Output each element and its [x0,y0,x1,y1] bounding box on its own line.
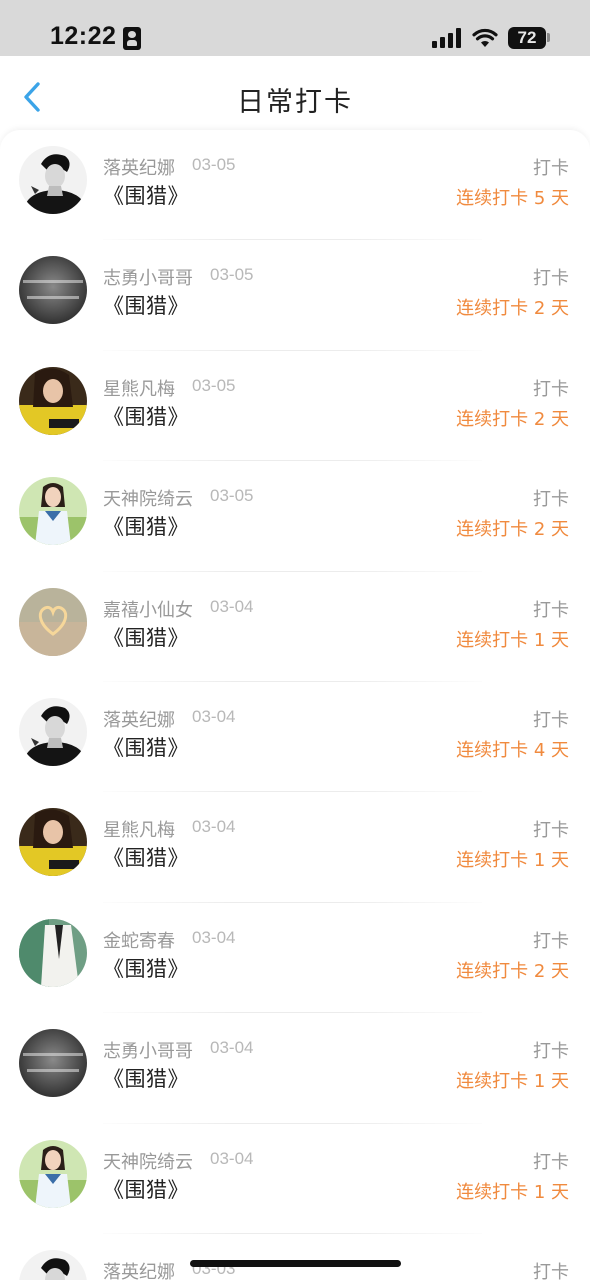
checkin-row[interactable]: 落英纪娜 03-05 《围猎》 打卡连续打卡 5 天 [0,130,590,241]
streak-count: 连续打卡 2 天 [456,960,569,982]
user-avatar[interactable] [19,808,87,877]
user-avatar[interactable] [19,1139,87,1208]
checkin-date: 03-05 [210,265,254,285]
checkin-row[interactable]: 落英纪娜03-03《围猎》打卡 [0,1234,590,1280]
checkin-label: 打卡 [533,158,569,179]
home-indicator[interactable] [190,1260,401,1267]
checkin-date: 03-05 [192,375,236,395]
status-bar: 12:22 72 [0,0,590,56]
streak-count: 连续打卡 1 天 [456,1181,569,1203]
user-name[interactable]: 落英纪娜 [103,1258,175,1280]
user-avatar[interactable] [19,366,87,435]
user-avatar[interactable] [19,1249,87,1280]
user-name[interactable]: 天神院绮云 [103,1148,193,1174]
checkin-label: 打卡 [533,1261,569,1280]
book-title[interactable]: 《围猎》 [103,732,189,762]
checkin-label: 打卡 [533,820,569,842]
book-title[interactable]: 《围猎》 [103,842,189,872]
book-title[interactable]: 《围猎》 [103,1174,189,1204]
contact-card-icon [123,27,141,50]
checkin-date: 03-04 [210,1148,254,1168]
checkin-row[interactable]: 志勇小哥哥 03-05 《围猎》 打卡连续打卡 2 天 [0,240,590,351]
book-title[interactable]: 《围猎》 [103,1063,189,1093]
user-name[interactable]: 星熊凡梅 [103,816,175,842]
book-title[interactable]: 《围猎》 [103,401,189,431]
checkin-row[interactable]: 金蛇寄春 03-04 《围猎》 打卡连续打卡 2 天 [0,903,590,1014]
user-name[interactable]: 落英纪娜 [103,706,175,732]
battery-tip-icon [547,33,550,42]
book-title[interactable]: 《围猎》 [103,511,189,541]
checkin-label: 打卡 [533,268,569,290]
user-name[interactable]: 星熊凡梅 [103,375,175,401]
book-title[interactable]: 《围猎》 [103,622,189,652]
checkin-list[interactable]: 落英纪娜 03-05 《围猎》 打卡 连续打卡 5 天志勇小哥哥 03-05 《围猎》 打卡连… [0,130,590,1280]
checkin-row[interactable]: 天神院绮云 03-05 《围猎》 打卡连续打卡 2 天 [0,461,590,572]
checkin-date: 03-04 [192,817,236,837]
user-name[interactable]: 天神院绮云 [103,485,193,511]
user-avatar[interactable] [19,256,87,325]
checkin-label: 打卡 [533,1151,569,1173]
streak-count: 连续打卡 2 天 [456,408,569,430]
cellular-signal-icon [432,28,462,48]
checkin-date: 03-05 [192,155,236,174]
battery-icon: 72 [508,27,546,49]
checkin-row[interactable]: 落英纪娜 03-04 《围猎》 打卡连续打卡 4 天 [0,682,590,793]
checkin-label: 打卡 [533,599,569,621]
checkin-date: 03-04 [192,927,236,947]
user-avatar[interactable] [19,587,87,656]
user-avatar[interactable] [19,146,87,214]
checkin-date: 03-04 [210,1038,254,1058]
streak-count: 连续打卡 2 天 [456,298,569,320]
user-name[interactable]: 志勇小哥哥 [103,1037,193,1063]
book-title[interactable]: 《围猎》 [103,180,189,210]
checkin-label: 打卡 [533,709,569,731]
book-title[interactable]: 《围猎》 [103,290,189,320]
nav-bar: 日常打卡 [0,56,590,130]
checkin-row[interactable]: 志勇小哥哥 03-04 《围猎》 打卡连续打卡 1 天 [0,1013,590,1124]
streak-count: 连续打卡 4 天 [456,739,569,761]
page-title: 日常打卡 [237,87,353,118]
user-avatar[interactable] [19,697,87,766]
checkin-label: 打卡 [533,1041,569,1063]
wifi-icon [472,28,498,47]
streak-count: 连续打卡 5 天 [456,188,569,209]
user-name[interactable]: 嘉禧小仙女 [103,596,193,622]
checkin-date: 03-04 [210,596,254,616]
checkin-date: 03-04 [192,706,236,726]
streak-count: 连续打卡 1 天 [456,629,569,651]
checkin-row[interactable]: 天神院绮云 03-04 《围猎》 打卡连续打卡 1 天 [0,1124,590,1234]
checkin-row[interactable]: 星熊凡梅 03-05 《围猎》 打卡连续打卡 2 天 [0,351,590,462]
checkin-row[interactable]: 嘉禧小仙女 03-04 《围猎》 打卡连续打卡 1 天 [0,572,590,682]
streak-count: 连续打卡 1 天 [456,850,569,872]
user-avatar[interactable] [19,918,87,987]
checkin-row[interactable]: 星熊凡梅 03-04 《围猎》 打卡连续打卡 1 天 [0,792,590,903]
streak-count: 连续打卡 2 天 [456,519,569,541]
user-name[interactable]: 志勇小哥哥 [103,264,193,290]
checkin-date: 03-05 [210,486,254,506]
checkin-label: 打卡 [533,489,569,511]
streak-count: 连续打卡 1 天 [456,1071,569,1093]
user-avatar[interactable] [19,1029,87,1098]
book-title[interactable]: 《围猎》 [103,953,189,983]
checkin-label: 打卡 [533,378,569,400]
user-name[interactable]: 金蛇寄春 [103,927,175,953]
checkin-label: 打卡 [533,930,569,952]
status-time: 12:22 [50,22,117,50]
user-avatar[interactable] [19,477,87,546]
user-name[interactable]: 落英纪娜 [103,154,175,180]
